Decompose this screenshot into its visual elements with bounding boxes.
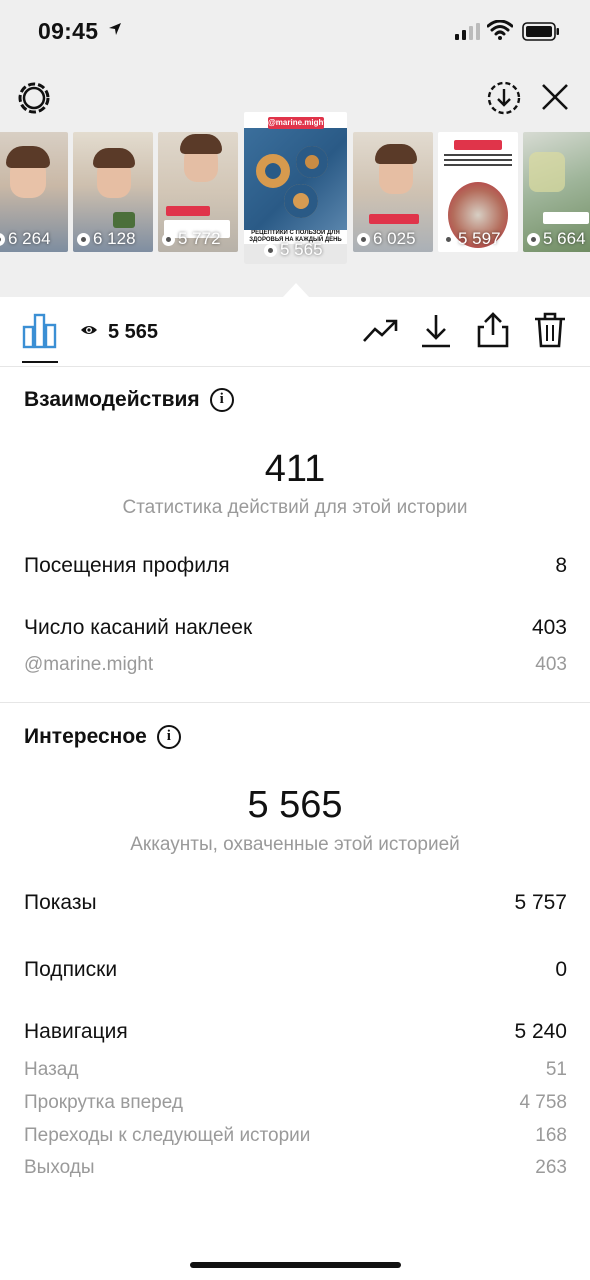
- cup-shape: [529, 152, 565, 192]
- stat-value: 8: [555, 554, 567, 577]
- save-story-icon[interactable]: [486, 80, 522, 116]
- stat-value: 0: [555, 958, 567, 981]
- interactions-total: 411: [264, 448, 326, 490]
- stat-label: Показы: [24, 891, 97, 914]
- viewers-count[interactable]: 5 565: [108, 321, 158, 344]
- status-bar: 09:45: [0, 0, 590, 66]
- info-icon[interactable]: [209, 388, 234, 412]
- story-thumbnail[interactable]: 6 128: [73, 132, 153, 252]
- status-time: 09:45: [38, 18, 99, 44]
- sticker-tag: [454, 140, 502, 150]
- eye-icon: [77, 232, 90, 246]
- story-header: 09:45 6 264 6 128 5 772 @marine.might РЕ…: [0, 0, 590, 297]
- stat-label: Посещения профиля: [24, 554, 230, 577]
- thumb-views: 5 772: [162, 229, 221, 249]
- food-item-image: [113, 212, 135, 228]
- stat-label: Назад: [24, 1059, 79, 1080]
- hair-shape: [375, 144, 417, 164]
- eye-icon: [527, 232, 540, 246]
- nav-subrow-next-story: Переходы к следующей истории 168: [24, 1125, 567, 1147]
- hair-shape: [180, 134, 222, 154]
- mention-sticker: @marine.might: [268, 117, 327, 129]
- interactions-section-title: Взаимодействия: [24, 388, 234, 412]
- eye-icon: [264, 243, 277, 257]
- battery-icon: [522, 22, 559, 41]
- stat-label: Прокрутка вперед: [24, 1092, 183, 1113]
- eye-icon: [0, 232, 5, 246]
- story-thumbnail[interactable]: 5 597: [438, 132, 518, 252]
- stat-label: Переходы к следующей истории: [24, 1125, 311, 1146]
- download-icon[interactable]: [420, 313, 452, 349]
- info-icon[interactable]: [156, 725, 181, 749]
- delete-trash-icon[interactable]: [533, 311, 567, 349]
- thumb-views: 6 025: [357, 229, 416, 249]
- sticker-tag: [166, 206, 210, 216]
- nav-subrow-forward: Прокрутка вперед 4 758: [24, 1092, 567, 1114]
- nav-subrow-exits: Выходы 263: [24, 1157, 567, 1179]
- stat-label: Число касаний наклеек: [24, 616, 253, 639]
- close-icon[interactable]: [540, 82, 570, 112]
- section-divider: [0, 702, 590, 703]
- cellular-signal-icon: [455, 23, 480, 40]
- stat-row-navigation: Навигация 5 240: [24, 1020, 567, 1044]
- stat-label: Подписки: [24, 958, 118, 981]
- story-thumbnail[interactable]: 6 025: [353, 132, 433, 252]
- stat-value: 5 240: [514, 1020, 567, 1043]
- eye-icon: [81, 326, 97, 334]
- discovery-title: Интересное: [24, 725, 147, 748]
- eye-icon: [442, 232, 455, 246]
- story-toolbar: 5 565: [0, 297, 590, 367]
- location-arrow-icon: [109, 23, 121, 35]
- nav-subrow-back: Назад 51: [24, 1059, 567, 1081]
- thumb-views: 5 664: [527, 229, 586, 249]
- share-icon[interactable]: [476, 311, 510, 349]
- settings-gear-icon[interactable]: [14, 78, 54, 118]
- stat-label: Выходы: [24, 1157, 95, 1178]
- insights-tab-indicator: [22, 361, 58, 363]
- story-thumbnail[interactable]: 6 264: [0, 132, 68, 252]
- stat-subrow-mention: @marine.might 403: [24, 654, 567, 676]
- thumb-views: 6 264: [0, 229, 51, 249]
- stat-label: Навигация: [24, 1020, 128, 1043]
- discovery-caption: Аккаунты, охваченные этой историей: [130, 834, 460, 855]
- story-thumbnail[interactable]: 5 664: [523, 132, 590, 252]
- hair-shape: [93, 148, 135, 168]
- interactions-caption: Статистика действий для этой истории: [122, 497, 468, 518]
- promote-trend-icon[interactable]: [362, 317, 398, 345]
- donut-shape: [256, 154, 290, 188]
- story-thumbnail-active[interactable]: @marine.might РЕЦЕПТИКИ С ПОЛЬЗОЙ ДЛЯ ЗД…: [244, 112, 347, 264]
- sticker-tag: [369, 214, 419, 224]
- interactions-title: Взаимодействия: [24, 388, 200, 411]
- stat-value: 263: [535, 1157, 567, 1178]
- story-thumbnail-strip: 6 264 6 128 5 772 @marine.might РЕЦЕПТИК…: [0, 112, 590, 270]
- thumb-views: 5 565: [264, 240, 323, 260]
- stat-row-follows: Подписки 0: [24, 958, 567, 982]
- insights-bar-chart-icon[interactable]: [22, 313, 58, 349]
- stat-value: 403: [535, 654, 567, 675]
- stat-value: 51: [545, 1059, 567, 1080]
- eye-icon: [162, 232, 175, 246]
- discovery-total: 5 565: [247, 784, 343, 826]
- hair-shape: [6, 146, 50, 168]
- thumb-views: 5 597: [442, 229, 501, 249]
- donut-shape: [296, 146, 328, 178]
- discovery-section-title: Интересное: [24, 725, 181, 749]
- stat-value: 168: [535, 1125, 567, 1146]
- stat-value: 5 757: [514, 891, 567, 914]
- home-indicator[interactable]: [190, 1262, 401, 1268]
- stat-value: 403: [531, 616, 567, 639]
- wifi-icon: [487, 20, 513, 40]
- text-lines: [444, 154, 512, 168]
- donut-shape: [284, 184, 318, 218]
- story-thumbnail[interactable]: 5 772: [158, 132, 238, 252]
- stat-row-impressions: Показы 5 757: [24, 891, 567, 915]
- stat-row-profile-visits: Посещения профиля 8: [24, 554, 567, 578]
- stat-label[interactable]: @marine.might: [24, 654, 153, 676]
- stat-row-sticker-taps: Число касаний наклеек 403: [24, 616, 567, 640]
- stat-value: 4 758: [519, 1092, 567, 1113]
- text-sticker: [543, 212, 589, 224]
- eye-icon: [357, 232, 370, 246]
- active-story-pointer: [283, 283, 309, 297]
- thumb-views: 6 128: [77, 229, 136, 249]
